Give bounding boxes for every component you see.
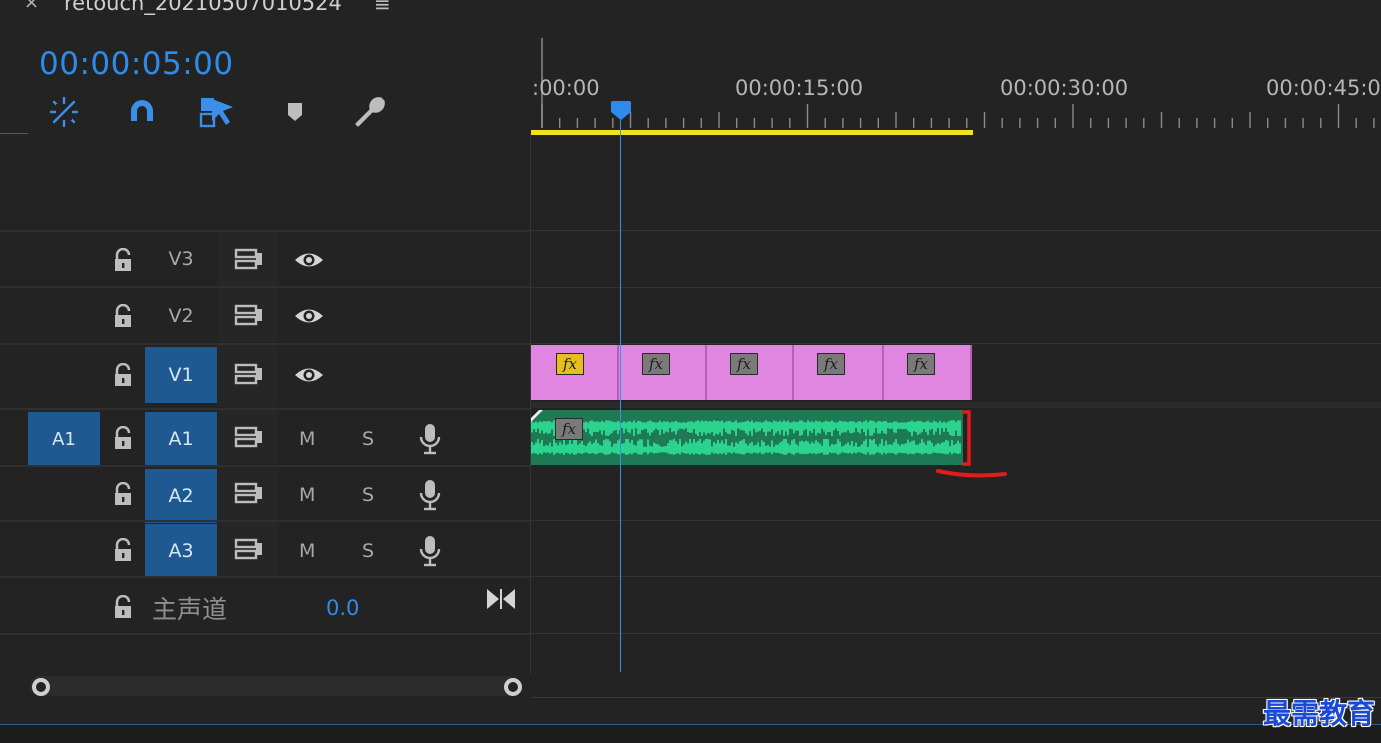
sync-lock-icon[interactable]: [234, 425, 264, 451]
fx-badge[interactable]: fx: [555, 418, 583, 440]
playhead-handle[interactable]: [609, 101, 633, 121]
track-lock-icon[interactable]: [112, 482, 134, 506]
video-clip[interactable]: fx: [707, 345, 794, 400]
mute-button[interactable]: M: [299, 540, 315, 562]
timeline-bottom-line: [531, 697, 1381, 698]
mute-button[interactable]: M: [299, 484, 315, 506]
jump-to-edit-icon[interactable]: [486, 588, 516, 610]
fx-badge[interactable]: fx: [730, 353, 758, 375]
video-clip[interactable]: fx: [619, 345, 707, 400]
track-header-a3: A3 M S: [0, 520, 530, 578]
audio-waveform: [531, 420, 963, 455]
lane-divider: [531, 402, 1381, 408]
track-lock-icon[interactable]: [112, 248, 134, 272]
source-patch-a1[interactable]: A1: [28, 412, 100, 466]
sync-lock-icon[interactable]: [234, 481, 264, 507]
video-clip[interactable]: fx: [531, 345, 619, 400]
lane-divider: [531, 287, 1381, 288]
watermark: 最需教育: [1262, 697, 1375, 730]
fx-badge[interactable]: fx: [817, 353, 845, 375]
panel-bottom-edge: [0, 724, 1381, 743]
playhead-timecode[interactable]: 00:00:05:00: [39, 46, 234, 82]
track-header-a1: A1 A1 M S: [0, 408, 530, 466]
track-name-a2[interactable]: A2: [145, 469, 217, 523]
track-header-v3: V3: [0, 230, 530, 287]
solo-button[interactable]: S: [362, 428, 374, 450]
clip-corner-marker: [531, 410, 543, 422]
playhead-line[interactable]: [620, 120, 621, 672]
fx-badge[interactable]: fx: [642, 353, 670, 375]
track-name-v2[interactable]: V2: [145, 289, 217, 343]
scroll-handle-left[interactable]: [29, 675, 53, 699]
linked-selection-icon[interactable]: [199, 94, 235, 130]
track-header-master: 主声道 0.0: [0, 576, 530, 634]
sequence-title[interactable]: retouch_20210507010524: [64, 0, 342, 15]
microphone-icon[interactable]: [418, 422, 442, 456]
lane-divider: [531, 230, 1381, 231]
track-lock-icon[interactable]: [112, 595, 134, 619]
fx-badge[interactable]: fx: [907, 353, 935, 375]
video-clip[interactable]: fx: [794, 345, 884, 400]
master-volume-value[interactable]: 0.0: [326, 596, 359, 620]
waveform-center-gap: [531, 436, 963, 439]
nest-sequence-icon[interactable]: [46, 94, 82, 130]
scroll-handle-right[interactable]: [501, 675, 525, 699]
audio-clip[interactable]: fx: [531, 410, 963, 465]
snap-magnet-icon[interactable]: [124, 94, 160, 130]
track-name-a3[interactable]: A3: [145, 524, 217, 578]
solo-button[interactable]: S: [362, 484, 374, 506]
ruler-label-45: 00:00:45:0: [1266, 76, 1381, 100]
track-header-a2: A2 M S: [0, 465, 530, 523]
red-annotation-stroke: [936, 469, 1007, 478]
header-separator: [0, 133, 28, 134]
track-lock-icon[interactable]: [112, 363, 134, 387]
time-ruler[interactable]: [531, 38, 1381, 138]
eye-icon[interactable]: [293, 305, 325, 327]
ruler-label-0: :00:00: [532, 76, 600, 100]
track-header-end: [0, 633, 530, 635]
track-name-v3[interactable]: V3: [145, 232, 217, 286]
add-marker-icon[interactable]: [277, 94, 313, 130]
work-area-bar[interactable]: [531, 130, 973, 135]
sync-lock-icon[interactable]: [234, 537, 264, 563]
video-clip[interactable]: fx: [884, 345, 972, 400]
track-name-v1[interactable]: V1: [145, 347, 217, 403]
eye-icon[interactable]: [293, 249, 325, 271]
track-header-v1: V1: [0, 343, 530, 409]
zoom-scrollbar[interactable]: [30, 676, 520, 696]
lane-divider: [531, 633, 1381, 634]
track-name-a1[interactable]: A1: [145, 412, 217, 466]
ruler-label-15: 00:00:15:00: [735, 76, 864, 100]
lane-divider: [531, 343, 1381, 344]
microphone-icon[interactable]: [418, 534, 442, 568]
microphone-icon[interactable]: [418, 478, 442, 512]
master-track-label: 主声道: [152, 595, 228, 624]
ruler-label-30: 00:00:30:00: [1000, 76, 1129, 100]
lane-divider: [531, 576, 1381, 577]
sync-lock-icon[interactable]: [234, 303, 264, 329]
track-header-v2: V2: [0, 286, 530, 344]
sync-lock-icon[interactable]: [234, 247, 264, 273]
lane-divider: [531, 520, 1381, 521]
mute-button[interactable]: M: [299, 428, 315, 450]
solo-button[interactable]: S: [362, 540, 374, 562]
panel-menu-icon[interactable]: ≡: [374, 0, 391, 16]
track-lock-icon[interactable]: [112, 538, 134, 562]
track-lock-icon[interactable]: [112, 426, 134, 450]
settings-wrench-icon[interactable]: [352, 94, 388, 130]
fx-badge[interactable]: fx: [556, 353, 584, 375]
track-lock-icon[interactable]: [112, 304, 134, 328]
eye-icon[interactable]: [293, 364, 325, 386]
close-tab-icon[interactable]: ×: [24, 0, 39, 13]
trim-out-handle[interactable]: [960, 410, 974, 466]
sync-lock-icon[interactable]: [234, 362, 264, 388]
